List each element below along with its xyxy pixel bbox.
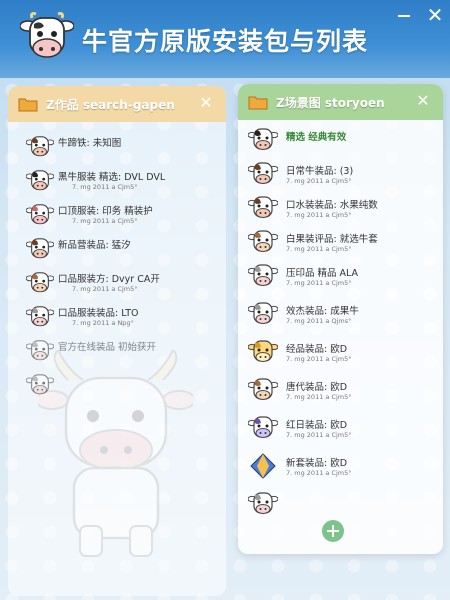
app-title: 牛官方原版安装包与列表 bbox=[82, 27, 369, 56]
right-panel-close-button[interactable]: ✕ bbox=[413, 91, 433, 111]
item-meta: 7. mg 2011 a Cjm5° bbox=[72, 285, 138, 293]
item-meta: 7. mg 2011 a Cjm5° bbox=[286, 431, 352, 439]
list-item[interactable] bbox=[238, 488, 443, 520]
cow-icon bbox=[25, 202, 55, 228]
list-item[interactable]: 红日装品: 欧D 7. mg 2011 a Cjm5° bbox=[238, 412, 443, 444]
item-meta: 7. mg 2011 a Cjm5° bbox=[286, 279, 352, 287]
list-item[interactable]: 新品营装品: 猛汐 bbox=[8, 234, 226, 266]
list-item[interactable]: 压印品 精品 ALA 7. mg 2011 a Cjm5° bbox=[238, 260, 443, 292]
list-item[interactable]: 白果装评品: 就选牛套 7. mg 2011 a Cjm5° bbox=[238, 226, 443, 258]
cow-icon bbox=[25, 270, 55, 296]
item-name: 口顶服装: 印务 精装护 bbox=[58, 206, 153, 217]
item-meta: 7. mg 2011 a Cjm5° bbox=[72, 217, 138, 225]
list-item[interactable]: 口品服装方: Dvyr CA开 7. mg 2011 a Cjm5° bbox=[8, 268, 226, 300]
left-panel: Z作品 search-gapen ✕ 牛蹄铁: 未知图 黑牛服装 精选: DVL… bbox=[8, 86, 226, 596]
item-name: 唐代装品: 欧D bbox=[286, 382, 348, 393]
cow-icon bbox=[25, 236, 55, 262]
list-item[interactable]: 日常牛装品: (3) 7. mg 2011 a Cjm5° bbox=[238, 158, 443, 190]
cow-icon bbox=[247, 262, 279, 290]
item-meta: 7. mg 2011 a Cjm5° bbox=[286, 211, 352, 219]
folder-icon bbox=[18, 98, 38, 112]
minimize-button[interactable] bbox=[394, 6, 414, 24]
add-item-button[interactable] bbox=[322, 520, 344, 542]
item-name: 口品服装装品: LTO bbox=[58, 308, 139, 319]
item-name: 牛蹄铁: 未知图 bbox=[58, 138, 122, 149]
left-panel-close-button[interactable]: ✕ bbox=[196, 93, 216, 113]
list-header-item[interactable]: 精选 经典有效 bbox=[238, 124, 443, 156]
cow-icon bbox=[247, 490, 279, 518]
cow-icon bbox=[247, 228, 279, 256]
item-name: 效杰装品: 成果牛 bbox=[286, 306, 359, 317]
diamond-icon bbox=[248, 452, 278, 480]
close-button[interactable]: ✕ bbox=[424, 4, 446, 26]
list-item[interactable]: 黑牛服装 精选: DVL DVL 7. mg 2011 a Cjm5° bbox=[8, 166, 226, 198]
cow-icon bbox=[247, 126, 279, 154]
item-meta: 7. mg 2011 a Qjms° bbox=[286, 317, 352, 325]
list-item[interactable]: 唐代装品: 欧D 7. mg 2011 a Cjm5° bbox=[238, 374, 443, 406]
cow-icon bbox=[25, 338, 55, 364]
item-name: 精选 经典有效 bbox=[286, 132, 347, 143]
item-meta: 7. mg 2011 a Cjm5° bbox=[286, 177, 352, 185]
list-item[interactable]: 口水装装品: 水果纯数 7. mg 2011 a Cjm5° bbox=[238, 192, 443, 224]
right-panel: Z场景图 storyoen ✕ 精选 经典有效 日常牛装品: (3) 7. mg… bbox=[238, 84, 443, 554]
item-meta: 7. mg 2011 a Cjm5° bbox=[286, 245, 352, 253]
item-name: 白果装评品: 就选牛套 bbox=[286, 234, 378, 245]
cow-logo-icon bbox=[20, 12, 74, 58]
cow-icon bbox=[247, 194, 279, 222]
item-name: 官方在线装品 初始获开 bbox=[58, 342, 157, 353]
item-name: 口品服装方: Dvyr CA开 bbox=[58, 274, 160, 285]
list-item[interactable]: 牛蹄铁: 未知图 bbox=[8, 132, 226, 164]
cow-icon bbox=[25, 304, 55, 330]
item-meta: 7. mg 2011 a Cjm5° bbox=[286, 469, 352, 477]
item-meta: 7. mg 2011 a Cjm5° bbox=[72, 183, 138, 191]
item-name: 新套装品: 欧D bbox=[286, 458, 348, 469]
cow-icon bbox=[247, 160, 279, 188]
cow-icon bbox=[247, 376, 279, 404]
list-item[interactable]: 新套装品: 欧D 7. mg 2011 a Cjm5° bbox=[238, 450, 443, 482]
title-bar: 牛官方原版安装包与列表 ✕ bbox=[0, 0, 450, 78]
item-name: 压印品 精品 ALA bbox=[286, 268, 359, 279]
cow-icon bbox=[247, 338, 279, 366]
list-item[interactable]: 官方在线装品 初始获开 bbox=[8, 336, 226, 368]
item-meta: 7. mg 2011 a Cjm5° bbox=[286, 393, 352, 401]
folder-icon bbox=[248, 96, 268, 110]
left-panel-title: Z作品 search-gapen bbox=[46, 97, 175, 112]
item-name: 红日装品: 欧D bbox=[286, 420, 348, 431]
item-name: 经品装品: 欧D bbox=[286, 344, 348, 355]
item-name: 新品营装品: 猛汐 bbox=[58, 240, 131, 251]
cow-icon bbox=[25, 168, 55, 194]
item-name: 口水装装品: 水果纯数 bbox=[286, 200, 378, 211]
cow-icon bbox=[247, 300, 279, 328]
left-panel-header: Z作品 search-gapen ✕ bbox=[8, 86, 226, 122]
cow-icon bbox=[25, 372, 55, 398]
item-name: 日常牛装品: (3) bbox=[286, 166, 354, 177]
list-item[interactable]: 效杰装品: 成果牛 7. mg 2011 a Qjms° bbox=[238, 298, 443, 330]
cow-icon bbox=[247, 414, 279, 442]
item-meta: 7. mg 2011 a Cjm5° bbox=[286, 355, 352, 363]
list-item[interactable]: 口顶服装: 印务 精装护 7. mg 2011 a Cjm5° bbox=[8, 200, 226, 232]
list-item[interactable] bbox=[8, 370, 226, 402]
cow-icon bbox=[25, 134, 55, 160]
right-panel-header: Z场景图 storyoen ✕ bbox=[238, 84, 443, 120]
item-meta: 7. mg 2011 a Npg° bbox=[72, 319, 134, 327]
list-item[interactable]: 经品装品: 欧D 7. mg 2011 a Cjm5° bbox=[238, 336, 443, 368]
right-panel-title: Z场景图 storyoen bbox=[276, 95, 385, 110]
list-item[interactable]: 口品服装装品: LTO 7. mg 2011 a Npg° bbox=[8, 302, 226, 334]
item-name: 黑牛服装 精选: DVL DVL bbox=[58, 172, 166, 183]
